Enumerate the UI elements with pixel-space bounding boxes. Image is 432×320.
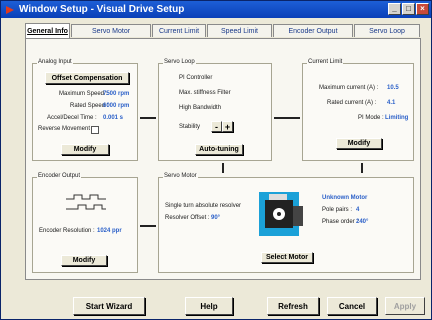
connector-line xyxy=(140,225,156,227)
tab-current-limit[interactable]: Current Limit xyxy=(152,24,206,37)
motor-name: Unknown Motor xyxy=(322,195,368,201)
stability-plus-button[interactable]: + xyxy=(222,121,233,132)
current-limit-title: Current Limit xyxy=(307,59,344,65)
encoder-output-group: Encoder Output Encoder Resolution : 1024… xyxy=(32,173,138,273)
max-current-label: Maximum current (A) : xyxy=(319,85,379,91)
rated-current-value: 4.1 xyxy=(387,100,396,106)
start-wizard-button[interactable]: Start Wizard xyxy=(73,297,145,315)
tab-servo-motor[interactable]: Servo Motor xyxy=(71,24,151,37)
phase-order-label: Phase order : xyxy=(322,219,359,225)
stability-label: Stability xyxy=(179,124,201,130)
window-title: Window Setup - Visual Drive Setup xyxy=(19,4,185,15)
pi-mode-value: Limiting xyxy=(385,115,409,121)
window: Window Setup - Visual Drive Setup _ □ × … xyxy=(0,0,432,320)
max-current-value: 10.5 xyxy=(387,85,399,91)
app-icon xyxy=(6,5,14,14)
tab-speed-limit[interactable]: Speed Limit xyxy=(207,24,272,37)
pulse-waveform-icon xyxy=(66,194,106,210)
connector-line xyxy=(140,117,156,119)
stiffness-filter-text: Max. stiffness Filter xyxy=(179,90,231,96)
encoder-resolution-label: Encoder Resolution : xyxy=(39,228,95,234)
resolver-offset-value: 90° xyxy=(211,215,221,221)
servo-loop-group: Servo Loop PI Controller Max. stiffness … xyxy=(158,59,272,161)
apply-button[interactable]: Apply xyxy=(385,297,425,315)
general-info-panel: Analog Input Offset Compensation Maximum… xyxy=(25,38,421,280)
servo-motor-group: Servo Motor Single turn absolute resolve… xyxy=(158,173,414,273)
rated-current-label: Rated current (A) : xyxy=(327,100,377,106)
cancel-button[interactable]: Cancel xyxy=(327,297,377,315)
pi-mode-label: PI Mode : xyxy=(358,115,384,121)
tab-bar: General Info Servo Motor Current Limit S… xyxy=(25,23,421,38)
encoder-modify-button[interactable]: Modify xyxy=(61,255,107,266)
connector-line xyxy=(274,117,300,119)
servo-motor-title: Servo Motor xyxy=(163,173,198,179)
help-button[interactable]: Help xyxy=(185,297,233,315)
current-modify-button[interactable]: Modify xyxy=(336,138,382,149)
accel-decel-label: Accel/Decel Time : xyxy=(47,115,97,121)
servo-motor-icon xyxy=(259,192,303,236)
title-bar[interactable]: Window Setup - Visual Drive Setup _ □ × xyxy=(1,1,431,18)
phase-order-value: 240° xyxy=(356,219,369,225)
analog-modify-button[interactable]: Modify xyxy=(61,144,109,155)
pi-controller-text: PI Controller xyxy=(179,75,213,81)
reverse-movement-label: Reverse Movement : xyxy=(38,126,94,132)
current-limit-group: Current Limit Maximum current (A) : 10.5… xyxy=(302,59,414,161)
resolver-offset-label: Resolver Offset : xyxy=(165,215,210,221)
refresh-button[interactable]: Refresh xyxy=(267,297,319,315)
pole-pairs-value: 4 xyxy=(356,207,360,213)
analog-input-group: Analog Input Offset Compensation Maximum… xyxy=(32,59,138,161)
accel-decel-value: 0.001 s xyxy=(103,115,124,121)
reverse-movement-checkbox[interactable] xyxy=(91,126,99,134)
max-speed-value: 7500 rpm xyxy=(103,91,130,97)
rated-speed-value: 6000 rpm xyxy=(103,103,130,109)
high-bandwidth-text: High Bandwidth xyxy=(179,105,222,111)
select-motor-button[interactable]: Select Motor xyxy=(261,252,313,263)
tab-encoder-output[interactable]: Encoder Output xyxy=(273,24,353,37)
max-speed-label: Maximum Speed : xyxy=(59,91,108,97)
encoder-output-title: Encoder Output xyxy=(37,173,82,179)
close-button[interactable]: × xyxy=(416,3,429,15)
encoder-resolution-value: 1024 ppr xyxy=(97,228,122,234)
tab-general-info[interactable]: General Info xyxy=(25,23,70,38)
resolver-type-text: Single turn absolute resolver xyxy=(165,203,242,209)
servo-loop-title: Servo Loop xyxy=(163,59,196,65)
minimize-button[interactable]: _ xyxy=(388,3,401,15)
auto-tuning-button[interactable]: Auto-tuning xyxy=(195,144,243,155)
connector-line xyxy=(361,163,363,173)
maximize-button[interactable]: □ xyxy=(402,3,415,15)
stability-minus-button[interactable]: - xyxy=(211,121,222,132)
tab-servo-loop[interactable]: Servo Loop xyxy=(354,24,420,37)
offset-compensation-button[interactable]: Offset Compensation xyxy=(45,72,129,84)
pole-pairs-label: Pole pairs : xyxy=(322,207,353,213)
analog-input-title: Analog Input xyxy=(37,59,73,65)
connector-line xyxy=(222,163,224,173)
